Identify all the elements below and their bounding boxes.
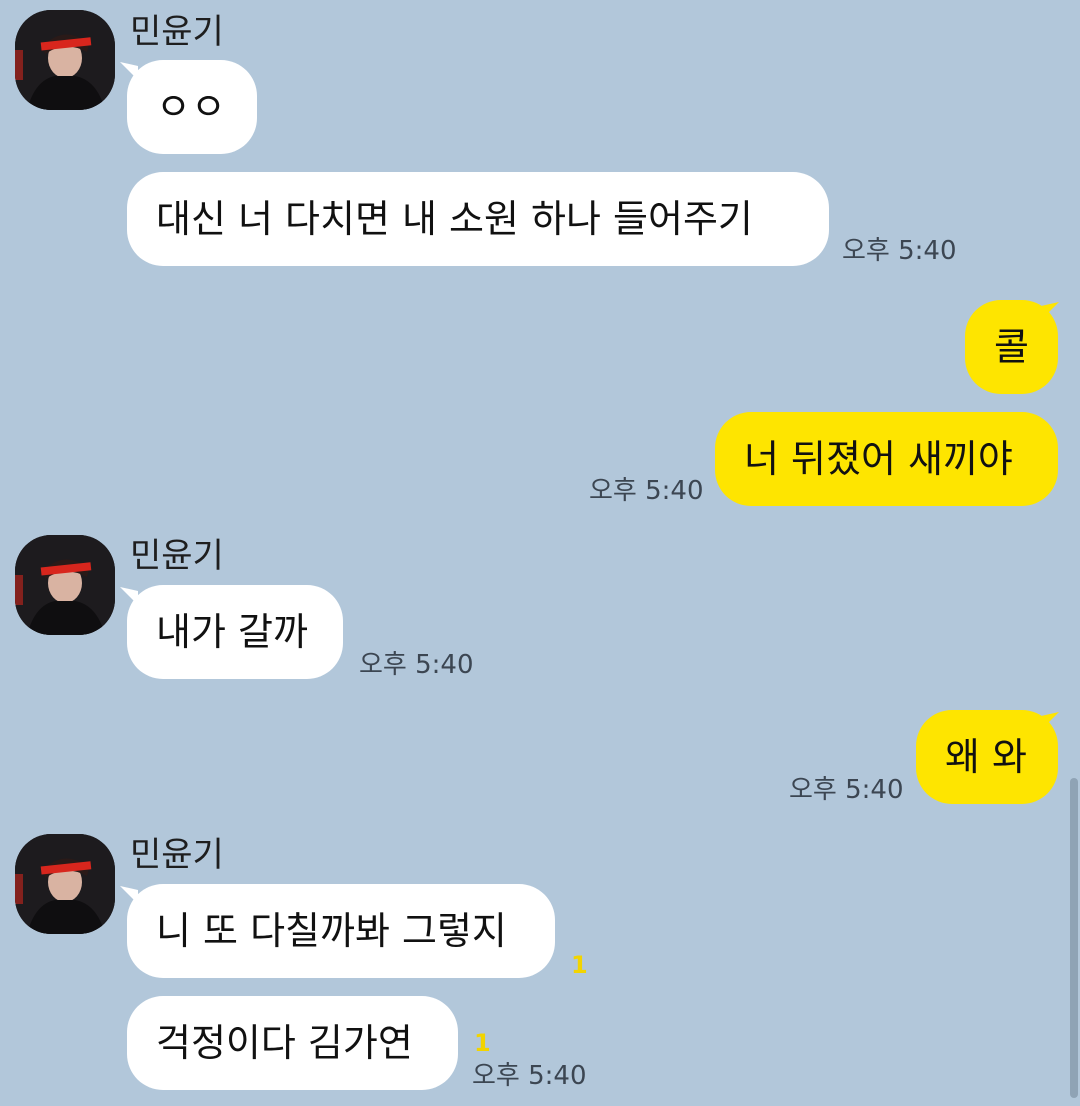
unread-count: 1: [571, 951, 588, 979]
profile-avatar[interactable]: [15, 535, 115, 635]
message-bubble[interactable]: 왜 와: [916, 710, 1058, 804]
message-bubble[interactable]: ㅇㅇ: [127, 60, 257, 154]
message-time: 오후 5:40: [842, 236, 957, 266]
profile-photo-icon: [15, 535, 115, 635]
message-bubble[interactable]: 대신 너 다치면 내 소원 하나 들어주기: [127, 172, 829, 266]
message-time: 오후 5:40: [589, 476, 704, 506]
sender-name: 민윤기: [130, 835, 224, 875]
message-bubble[interactable]: 니 또 다칠까봐 그렇지: [127, 884, 555, 978]
message-bubble[interactable]: 너 뒤졌어 새끼야: [715, 412, 1058, 506]
sender-name: 민윤기: [130, 12, 224, 52]
profile-avatar[interactable]: [15, 834, 115, 934]
unread-count: 1: [474, 1029, 491, 1057]
scrollbar[interactable]: [1070, 778, 1078, 1098]
profile-avatar[interactable]: [15, 10, 115, 110]
message-time: 오후 5:40: [359, 650, 474, 680]
chat-room: 민윤기 ㅇㅇ 대신 너 다치면 내 소원 하나 들어주기 오후 5:40 콜 너…: [0, 0, 1080, 1106]
message-bubble[interactable]: 콜: [965, 300, 1058, 394]
profile-photo-icon: [15, 10, 115, 110]
message-bubble[interactable]: 내가 갈까: [127, 585, 343, 679]
message-time: 오후 5:40: [472, 1061, 587, 1091]
message-bubble[interactable]: 걱정이다 김가연: [127, 996, 458, 1090]
message-time: 오후 5:40: [789, 775, 904, 805]
profile-photo-icon: [15, 834, 115, 934]
sender-name: 민윤기: [130, 536, 224, 576]
